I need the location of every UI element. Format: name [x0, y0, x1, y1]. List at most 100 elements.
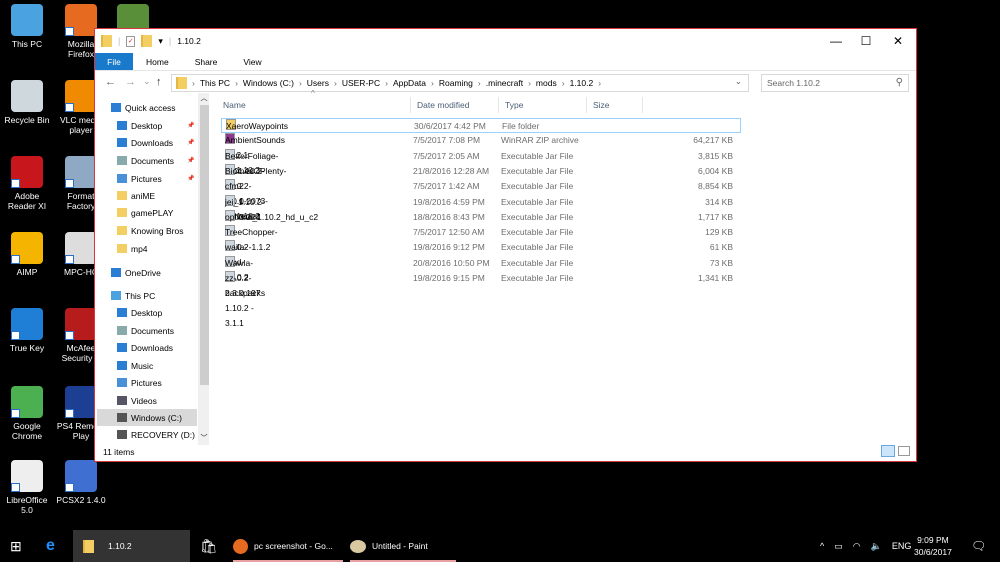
taskbar-app-explorer[interactable]: 1.10.2	[73, 530, 190, 562]
start-button[interactable]: ⊞	[10, 530, 22, 562]
column-header-type[interactable]: Type	[499, 97, 587, 113]
taskbar-app-paint[interactable]: Untitled - Paint	[350, 530, 456, 562]
nav-item-quick-access[interactable]: Quick access	[97, 99, 197, 116]
nav-item-pictures[interactable]: Pictures 📌	[97, 170, 197, 187]
nav-item-desktop[interactable]: Desktop	[97, 304, 197, 321]
pin-icon[interactable]: 📌	[187, 175, 194, 182]
tab-view[interactable]: View	[230, 53, 274, 70]
scroll-down-icon[interactable]: ﹀	[198, 433, 209, 443]
nav-item-pictures[interactable]: Pictures	[97, 374, 197, 391]
clock[interactable]: 9:09 PM 30/6/2017	[914, 530, 952, 562]
nav-item-documents[interactable]: Documents	[97, 322, 197, 339]
language-indicator[interactable]: ENG	[892, 541, 912, 551]
file-row[interactable]: jei_1.10.2-3.7.3.221 19/8/2016 4:59 PM Exe…	[221, 194, 741, 222]
nav-item-label: Pictures	[131, 377, 162, 388]
file-row[interactable]: optifine_1.10.2_hd_u_c2 18/8/2016 8:43 PM…	[221, 209, 741, 225]
file-row[interactable]: AmbientSounds v1.2.1 mc1.10.2 7/5/2017 7:…	[221, 133, 741, 175]
recent-locations-button[interactable]: ⌄	[143, 76, 151, 87]
desktop-icon-google-chrome[interactable]: Google Chrome	[0, 386, 54, 441]
scroll-thumb[interactable]	[200, 105, 209, 385]
back-button[interactable]: ←	[105, 76, 116, 88]
breadcrumb-item[interactable]: .minecraft	[486, 78, 523, 88]
breadcrumb-item[interactable]: Windows (C:)	[243, 78, 294, 88]
file-row[interactable]: cfm-4.1.1-mc1.10.2 7/5/2017 1:42 AM Execut…	[221, 179, 741, 221]
maximize-button[interactable]: ☐	[850, 29, 882, 53]
download-icon	[117, 138, 127, 147]
breadcrumb-item[interactable]: 1.10.2	[570, 78, 594, 88]
desktop-icon-pcsx2-1-4-0[interactable]: PCSX2 1.4.0	[54, 460, 108, 505]
nav-item-downloads[interactable]: Downloads	[97, 339, 197, 356]
store-button[interactable]: 🛍	[200, 530, 218, 562]
nav-item-music[interactable]: Music	[97, 357, 197, 374]
forward-button[interactable]: →	[125, 76, 136, 88]
close-button[interactable]: ✕	[882, 29, 914, 53]
breadcrumb-item[interactable]: Users	[307, 78, 329, 88]
tab-home[interactable]: Home	[133, 53, 182, 70]
nav-item-gameplay[interactable]: gamePLAY	[97, 204, 197, 221]
new-folder-icon[interactable]	[141, 35, 153, 47]
desktop-icon-true-key[interactable]: True Key	[0, 308, 54, 353]
file-row[interactable]: zz-backpacks 1.10.2 - 3.1.1 19/8/2016 9:1…	[221, 271, 741, 328]
file-row[interactable]: BiomesOPlenty-1.10.2-5.0.0.2073-universa…	[221, 163, 741, 221]
search-input[interactable]: Search 1.10.2 ⚲	[761, 74, 909, 92]
breadcrumb-item[interactable]: mods	[536, 78, 557, 88]
desktop-icon-aimp[interactable]: AIMP	[0, 232, 54, 277]
taskbar-app-firefox[interactable]: pc screenshot - Go...	[233, 530, 343, 562]
computer-icon	[111, 291, 121, 300]
breadcrumb-item[interactable]: This PC	[200, 78, 230, 88]
file-row[interactable]: Wawla-1.10.2-2.3.0.197 20/8/2016 10:50 PM…	[221, 255, 741, 298]
column-header-date[interactable]: Date modified	[411, 97, 499, 113]
column-header-size[interactable]: Size	[587, 97, 643, 113]
properties-icon[interactable]: ✓	[126, 35, 136, 47]
shortcut-arrow-icon	[11, 409, 20, 418]
nav-item-documents[interactable]: Documents 📌	[97, 152, 197, 169]
wifi-icon[interactable]: ◠	[853, 541, 861, 552]
nav-item-mp4[interactable]: mp4	[97, 240, 197, 257]
file-row[interactable]: TreeChopper-1.10.2-1.1.2 7/5/2017 12:50 A…	[221, 225, 741, 252]
chevron-right-icon[interactable]: ›	[598, 78, 601, 88]
large-icons-view-button[interactable]	[898, 446, 910, 456]
edge-button[interactable]: e	[46, 530, 55, 562]
file-row[interactable]: XaeroWaypoints 30/6/2017 4:42 PM File fold…	[221, 118, 741, 133]
pin-icon[interactable]: 📌	[187, 122, 194, 129]
breadcrumb-item[interactable]: USER-PC	[342, 78, 380, 88]
desktop-icon-this-pc[interactable]: This PC	[0, 4, 54, 49]
nav-item-label: Downloads	[131, 137, 174, 148]
desktop-icon	[117, 121, 127, 130]
battery-icon[interactable]: ▭	[834, 541, 843, 552]
nav-item-knowing-bros[interactable]: Knowing Bros	[97, 222, 197, 239]
address-bar[interactable]: › This PC › Windows (C:) › Users › USER-PC › AppD…	[171, 74, 749, 92]
nav-scrollbar[interactable]: ︿ ﹀	[198, 93, 209, 445]
show-hidden-icons-icon[interactable]: ^	[820, 541, 824, 551]
desktop-icon-adobe-reader-xi[interactable]: Adobe Reader XI	[0, 156, 54, 211]
details-view-button[interactable]	[881, 445, 895, 457]
nav-item-desktop[interactable]: Desktop 📌	[97, 117, 197, 134]
tab-file[interactable]: File	[95, 53, 133, 70]
pin-icon[interactable]: 📌	[187, 157, 194, 164]
nav-item-videos[interactable]: Videos	[97, 392, 197, 409]
nav-item-anime[interactable]: aniME	[97, 187, 197, 204]
tab-share[interactable]: Share	[182, 53, 231, 70]
nav-item-label: Quick access	[125, 102, 176, 113]
volume-icon[interactable]: 🔈	[871, 541, 882, 552]
customize-toolbar-icon[interactable]: ▾	[158, 36, 163, 47]
nav-item-label: Pictures	[131, 173, 162, 184]
pin-icon[interactable]: 📌	[187, 139, 194, 146]
desktop-icon-recycle-bin[interactable]: Recycle Bin	[0, 80, 54, 125]
action-center-button[interactable]: 🗨	[971, 530, 986, 562]
scroll-up-icon[interactable]: ︿	[198, 93, 209, 103]
file-row[interactable]: BetterFoliage-MC1.10.2-2.1.27/5/2017 2:0…	[221, 148, 741, 191]
column-header-name[interactable]: Name	[217, 97, 411, 113]
file-row[interactable]: waila-mod-1.10.219/8/2016 9:12 PMExecuta…	[221, 240, 741, 282]
breadcrumb-item[interactable]: Roaming	[439, 78, 473, 88]
nav-item-downloads[interactable]: Downloads 📌	[97, 134, 197, 151]
address-dropdown-icon[interactable]: ⌄	[735, 76, 742, 87]
nav-item-this-pc[interactable]: This PC	[97, 287, 197, 304]
nav-item-onedrive[interactable]: OneDrive	[97, 264, 197, 281]
desktop-icon-libreoffice-5-0[interactable]: LibreOffice 5.0	[0, 460, 54, 515]
breadcrumb-item[interactable]: AppData	[393, 78, 426, 88]
up-button[interactable]: ↑	[156, 76, 162, 88]
minimize-button[interactable]: —	[820, 29, 852, 53]
nav-item-recovery-d-[interactable]: RECOVERY (D:)	[97, 426, 197, 443]
nav-item-windows-c-[interactable]: Windows (C:)	[97, 409, 197, 426]
